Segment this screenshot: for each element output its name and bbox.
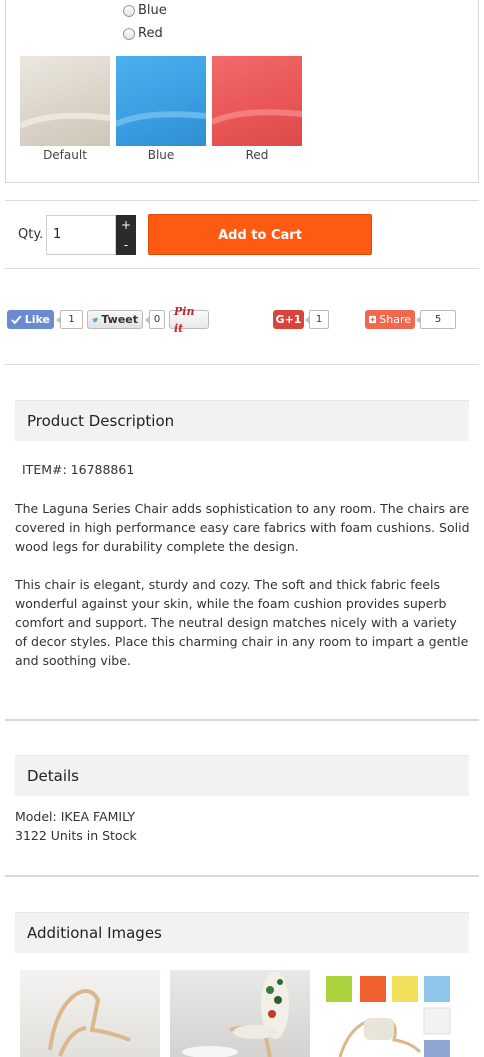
- qty-label: Qty.: [18, 227, 44, 242]
- like-count: 1: [56, 310, 83, 329]
- radio-option-red[interactable]: Red: [123, 26, 163, 41]
- fabric-texture: [18, 112, 111, 129]
- additional-image-1[interactable]: [20, 970, 160, 1057]
- additional-image-2[interactable]: [170, 970, 310, 1057]
- radio-label: Red: [138, 26, 163, 41]
- swatch-label-default: Default: [43, 148, 87, 162]
- divider: [5, 719, 479, 721]
- check-icon: [11, 314, 22, 324]
- plus-square-icon: [369, 315, 377, 324]
- fabric-texture: [114, 111, 207, 127]
- chair-floral-image: [182, 971, 289, 1057]
- product-description-header: Product Description: [15, 400, 469, 441]
- gplus-count: 1: [305, 310, 329, 329]
- facebook-like-button[interactable]: Like: [7, 310, 54, 329]
- additional-image-3[interactable]: [320, 970, 460, 1057]
- radio-label: Blue: [138, 3, 167, 18]
- swatch-default[interactable]: [18, 56, 111, 146]
- model-text: Model: IKEA FAMILY: [15, 809, 136, 824]
- divider: [5, 875, 479, 877]
- details-header: Details: [15, 755, 469, 796]
- qty-input[interactable]: 1: [46, 215, 116, 255]
- divider: [5, 364, 479, 365]
- divider: [5, 200, 479, 201]
- section-title: Details: [27, 767, 80, 785]
- qty-stepper: + -: [116, 215, 136, 255]
- qty-decrement-button[interactable]: -: [116, 235, 136, 255]
- fabric-texture: [210, 109, 303, 125]
- google-plus-button[interactable]: G+1: [273, 310, 304, 329]
- swatch-red[interactable]: [210, 56, 303, 146]
- add-to-cart-button[interactable]: Add to Cart: [148, 214, 372, 255]
- color-options-panel: Blue Red Default Blue Red: [5, 0, 479, 183]
- item-number: ITEM#: 16788861: [22, 462, 135, 477]
- radio-option-blue[interactable]: Blue: [123, 3, 167, 18]
- pinterest-pin-button[interactable]: Pin it: [169, 305, 209, 335]
- description-paragraph-1: The Laguna Series Chair adds sophisticat…: [15, 501, 470, 554]
- share-button[interactable]: Share: [365, 310, 415, 329]
- swatch-blue[interactable]: [114, 56, 207, 146]
- twitter-bird-icon: [92, 317, 98, 322]
- chair-frame-image: [48, 989, 131, 1057]
- swatch-label-red: Red: [245, 148, 269, 162]
- additional-images-header: Additional Images: [15, 912, 469, 953]
- radio-button[interactable]: [123, 4, 135, 17]
- divider: [5, 268, 479, 269]
- stock-text: 3122 Units in Stock: [15, 828, 137, 843]
- swatch-label-blue: Blue: [147, 148, 175, 162]
- tweet-button[interactable]: Tweet: [87, 310, 143, 329]
- description-paragraph-2: This chair is elegant, sturdy and cozy. …: [15, 577, 469, 668]
- section-title: Product Description: [27, 412, 175, 430]
- share-count: 5: [416, 310, 456, 329]
- chair-color-swatches-image: [326, 976, 451, 1057]
- section-title: Additional Images: [27, 924, 162, 942]
- qty-increment-button[interactable]: +: [116, 215, 136, 235]
- pinterest-icon: Pin it: [174, 304, 195, 335]
- tweet-count: 0: [145, 310, 165, 329]
- radio-button[interactable]: [123, 27, 135, 40]
